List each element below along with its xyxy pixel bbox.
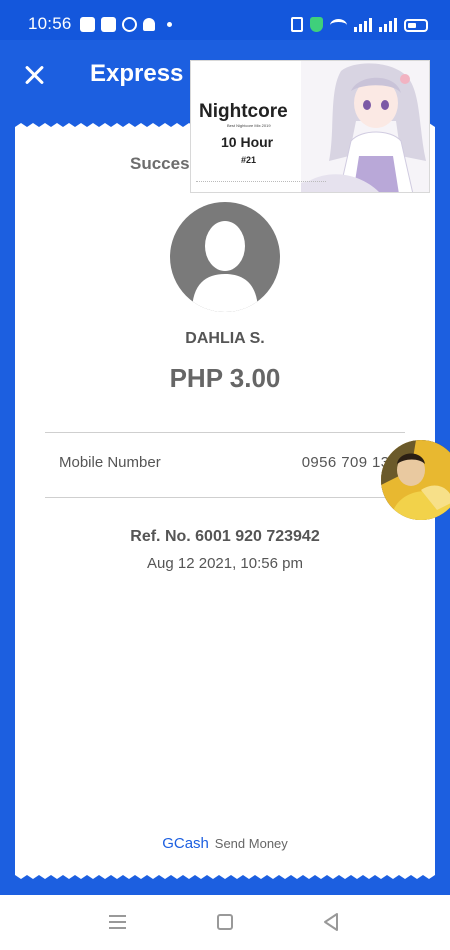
battery-icon — [404, 19, 428, 32]
dot-icon — [167, 22, 172, 27]
person-silhouette-icon — [192, 221, 258, 312]
brand-name: GCash — [162, 835, 209, 852]
vibrate-icon — [291, 17, 303, 32]
messenger-icon — [122, 17, 137, 32]
service-name: Send Money — [214, 836, 288, 851]
bell-icon — [143, 18, 155, 31]
status-right-icons — [291, 17, 428, 32]
status-left-icons — [80, 17, 172, 32]
shield-icon — [310, 17, 323, 32]
recipient-avatar — [170, 202, 280, 312]
wifi-icon — [330, 19, 347, 32]
recipient-name: DAHLIA S. — [185, 330, 265, 347]
close-icon[interactable] — [22, 63, 46, 87]
recents-icon[interactable] — [109, 915, 126, 929]
divider — [45, 432, 405, 433]
pip-divider — [196, 181, 326, 182]
pip-duration: 10 Hour — [221, 134, 274, 150]
facebook-icon — [101, 17, 116, 32]
pip-episode: #21 — [241, 155, 257, 165]
receipt-card: Successfully sent to DAHLIA S. PHP 3.00 … — [15, 130, 435, 872]
home-icon[interactable] — [217, 914, 233, 930]
signal-icon — [354, 17, 372, 32]
anime-thumbnail — [301, 61, 429, 192]
receipt-bottom-edge — [15, 870, 435, 879]
pip-video-overlay[interactable]: Nightcore Best Nightcore Mix 2019 10 Hou… — [190, 60, 430, 193]
reference-number: Ref. No. 6001 920 723942 — [130, 528, 320, 545]
transaction-date: Aug 12 2021, 10:56 pm — [147, 555, 303, 572]
divider — [45, 497, 405, 498]
back-icon[interactable] — [322, 912, 340, 932]
app-icon — [80, 17, 95, 32]
amount-sent: PHP 3.00 — [169, 363, 281, 393]
system-nav-bar — [0, 895, 450, 950]
mobile-number-label: Mobile Number — [59, 454, 161, 471]
status-bar: 10:56 — [0, 0, 450, 40]
pip-subtitle: Best Nightcore Mix 2019 — [227, 123, 271, 128]
status-time: 10:56 — [28, 14, 72, 33]
receipt-footer: GCash Send Money — [15, 835, 435, 852]
signal-icon — [379, 17, 397, 32]
pip-title: Nightcore — [199, 101, 288, 122]
